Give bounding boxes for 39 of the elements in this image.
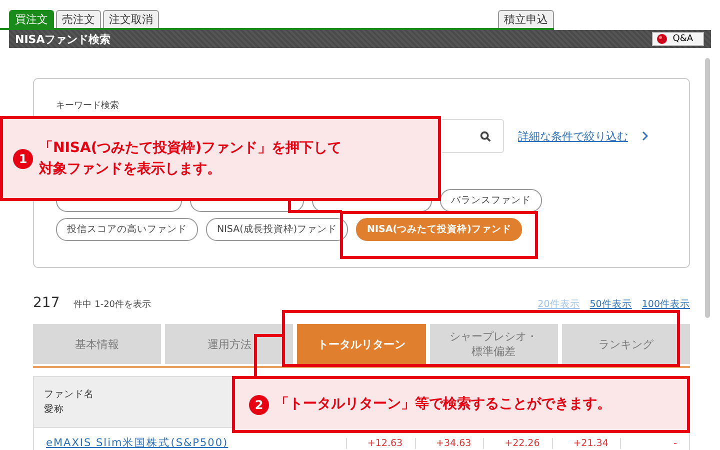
table-cell: +12.63 [346,438,415,448]
search-label: キーワード検索 [56,100,120,112]
order-tab[interactable]: 買注文 [9,10,54,28]
advanced-search-link[interactable]: 詳細な条件で絞り込む [518,128,628,144]
chevron-icon [642,131,648,141]
view-tab[interactable]: 基本情報 [33,324,162,364]
keyword-field[interactable] [442,119,504,153]
search-icon [480,130,491,142]
column-header: 愛称 [44,403,64,416]
order-tab[interactable]: 積立申込 [498,10,554,28]
result-count: 217 [33,295,60,311]
help-button[interactable]: Q&A [652,32,704,46]
view-tab[interactable]: トータルリターン [297,324,426,364]
view-tab[interactable]: ランキング [562,324,690,364]
result-range: 件中 1-20件を表示 [74,298,152,311]
column-header: ファンド名 [44,388,94,401]
callout-text: 「NISA(つみたて投資枠)ファンド」を押下して [39,138,342,158]
view-tab[interactable]: シャープレシオ・ 標準偏差 [430,324,558,364]
filter-chip[interactable]: バランスファンド [440,189,542,212]
step-number: 1 [13,148,33,168]
order-tab[interactable]: 注文取消 [103,10,159,28]
callout-text: 対象ファンドを表示します。 [39,160,222,178]
filter-chip[interactable]: NISA(成長投資枠)ファンド [206,218,348,241]
table-cell: - [620,438,689,448]
table-cell: +34.63 [414,438,484,448]
table-cell: +22.26 [483,438,552,448]
view-tab[interactable]: 運用方法 [165,324,294,364]
order-tab[interactable]: 売注文 [56,10,101,28]
filter-chip[interactable]: NISA(つみたて投資枠)ファンド [356,218,522,241]
page-size-link[interactable]: 100件表示 [642,298,690,311]
filter-chip[interactable]: 投信スコアの高いファンド [56,218,198,241]
page-size-link[interactable]: 50件表示 [590,298,632,311]
fund-name-link[interactable]: eMAXIS Slim米国株式(S&P500) [34,436,346,450]
page-title: NISAファンド検索 [15,32,111,46]
scrollbar[interactable] [705,58,710,318]
question-icon [656,34,667,44]
step-number: 2 [249,394,269,414]
callout-text: 「トータルリターン」等で検索することができます。 [275,395,611,414]
table-cell: +21.34 [552,438,620,448]
